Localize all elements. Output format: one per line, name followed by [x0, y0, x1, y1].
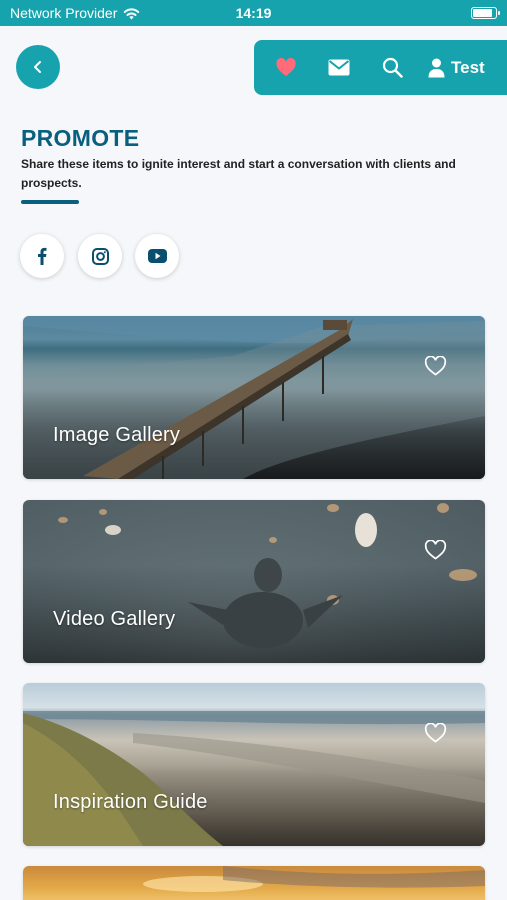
facebook-button[interactable]: [20, 234, 64, 278]
page-title: PROMOTE: [21, 125, 140, 151]
user-icon: [428, 58, 445, 77]
card-inspiration-guide[interactable]: Inspiration Guide: [23, 683, 485, 846]
card-image-gallery[interactable]: Image Gallery: [23, 316, 485, 479]
instagram-icon: [91, 247, 109, 265]
status-bar: Network Provider 14:19: [0, 0, 507, 26]
title-underline: [21, 200, 79, 204]
card-image: [23, 683, 485, 846]
card-image: [23, 866, 485, 900]
favorite-toggle[interactable]: [424, 355, 447, 381]
youtube-icon: [147, 249, 167, 263]
favorite-toggle[interactable]: [424, 539, 447, 565]
back-button[interactable]: [16, 45, 60, 89]
heart-outline-icon: [424, 355, 447, 376]
search-button[interactable]: [372, 40, 412, 95]
user-name: Test: [451, 57, 485, 77]
instagram-button[interactable]: [78, 234, 122, 278]
card-image: [23, 316, 485, 479]
card-label: Image Gallery: [53, 424, 181, 446]
youtube-button[interactable]: [135, 234, 179, 278]
page-description: Share these items to ignite interest and…: [21, 157, 456, 190]
chevron-left-icon: [34, 61, 41, 73]
top-action-bar: Test: [254, 40, 507, 95]
carrier-label: Network Provider: [10, 5, 118, 21]
card-label: Inspiration Guide: [53, 791, 208, 813]
user-menu-button[interactable]: Test: [428, 40, 485, 95]
card-video-gallery[interactable]: Video Gallery: [23, 500, 485, 663]
heart-outline-icon: [424, 539, 447, 560]
mail-icon: [328, 59, 350, 76]
favorites-button[interactable]: [266, 40, 306, 95]
battery-icon: [471, 7, 500, 19]
status-left: Network Provider: [10, 5, 140, 21]
card-image: [23, 500, 485, 663]
search-icon: [382, 57, 403, 78]
card-label: Video Gallery: [53, 608, 176, 630]
messages-button[interactable]: [306, 40, 372, 95]
favorite-toggle[interactable]: [424, 722, 447, 748]
wifi-icon: [124, 7, 140, 19]
heart-outline-icon: [424, 722, 447, 743]
status-time: 14:19: [235, 5, 272, 21]
facebook-icon: [38, 247, 47, 265]
heart-icon: [276, 58, 296, 77]
card-partial[interactable]: [23, 866, 485, 900]
